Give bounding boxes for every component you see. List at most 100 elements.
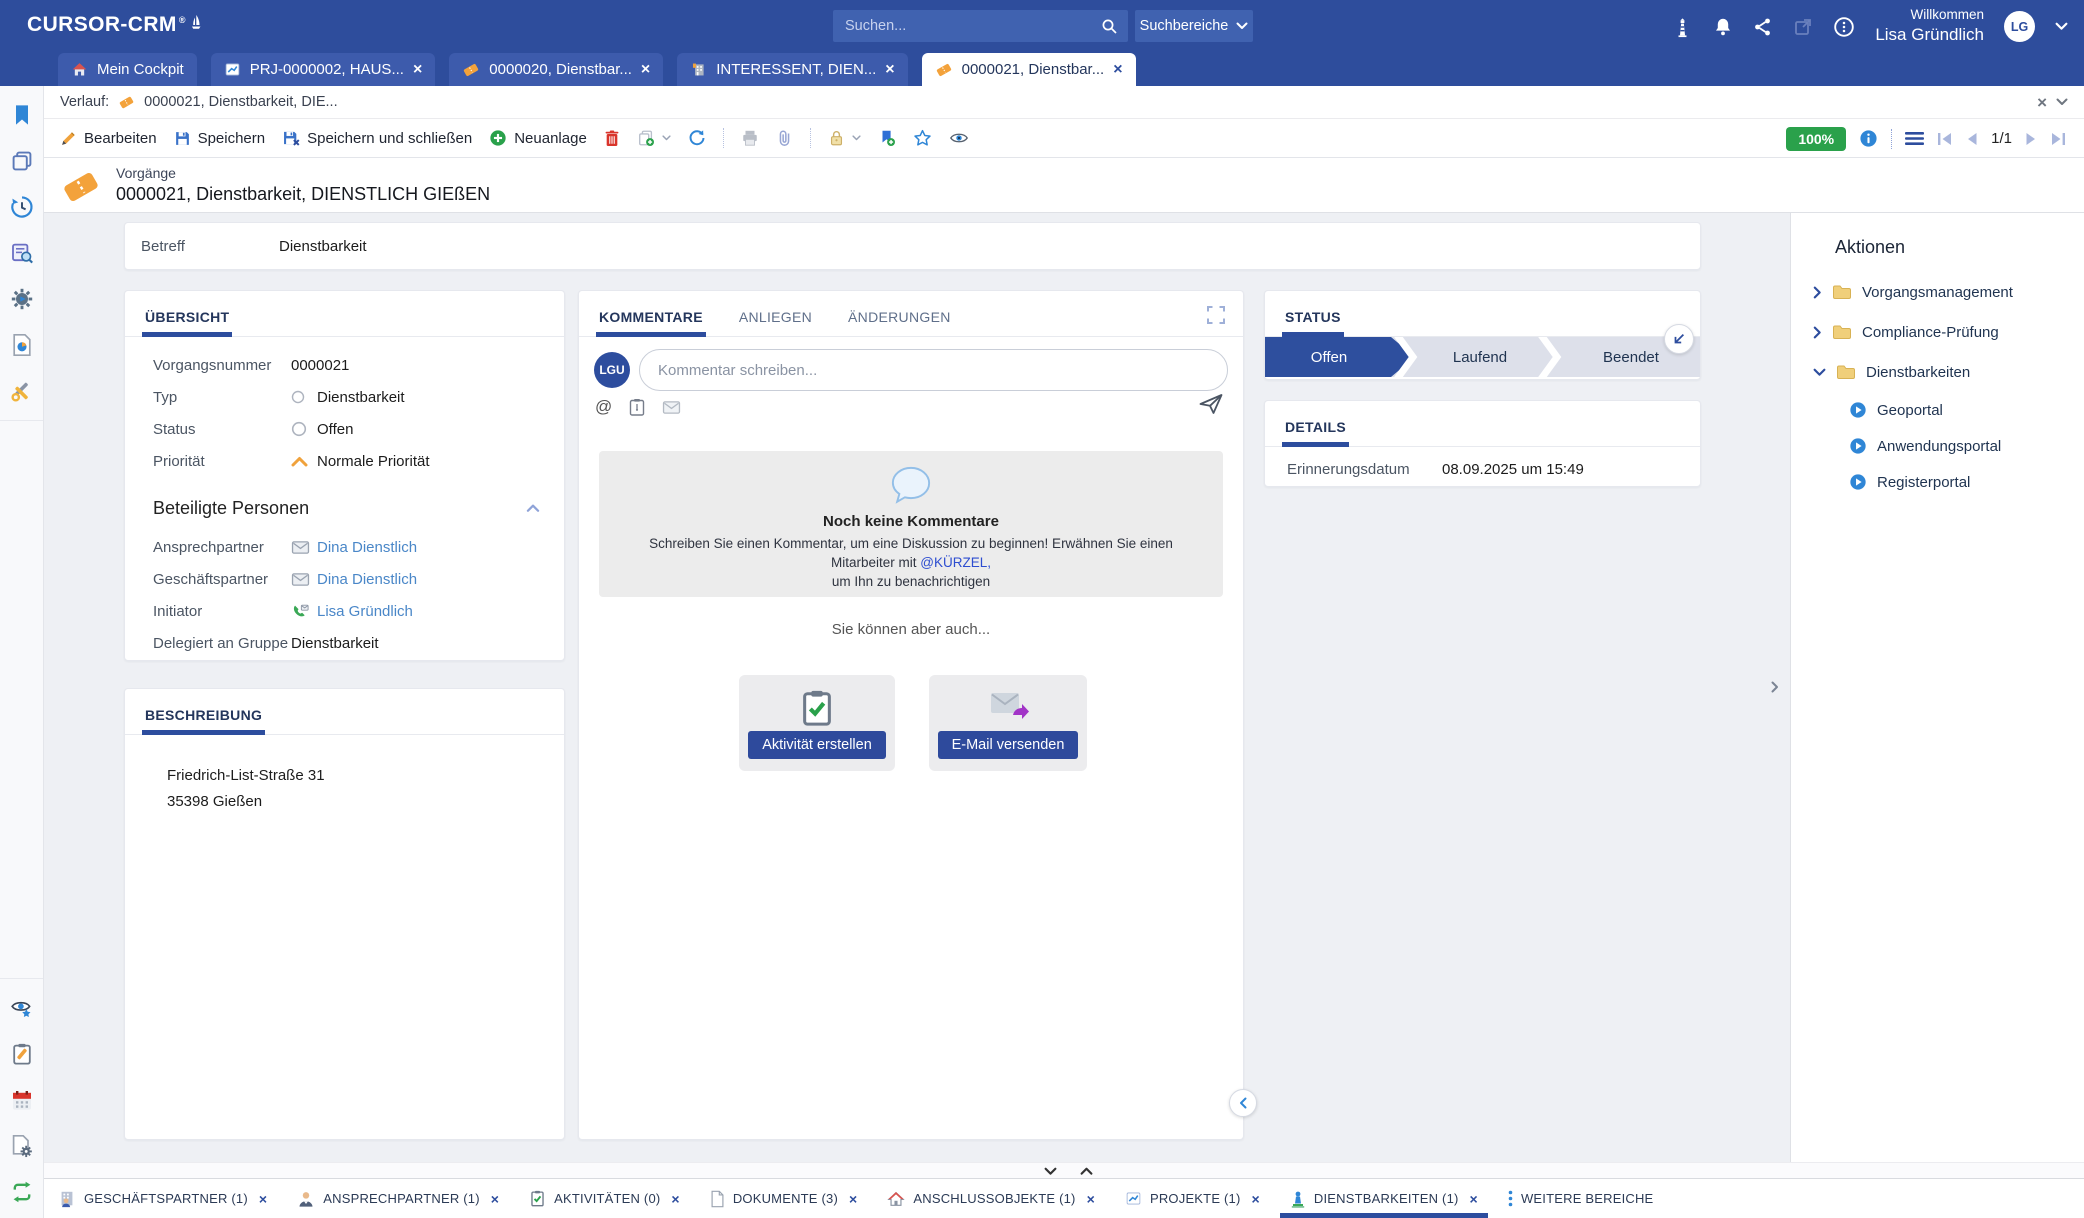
comment-input[interactable]	[639, 349, 1228, 391]
area-tab-aktivitaeten[interactable]: AKTIVITÄTEN (0)	[529, 1179, 680, 1218]
mention-link[interactable]: @KÜRZEL,	[920, 555, 991, 570]
menu-icon[interactable]	[1905, 131, 1924, 146]
history-entry[interactable]: 0000021, Dienstbarkeit, DIE...	[144, 94, 337, 110]
status-step-laufend[interactable]: Laufend	[1415, 337, 1545, 377]
close-icon[interactable]	[849, 1192, 857, 1206]
copy-button[interactable]	[637, 129, 671, 147]
history-chevron-icon[interactable]	[2056, 98, 2068, 106]
search-input[interactable]	[843, 17, 1101, 35]
share-icon[interactable]	[1753, 17, 1773, 37]
tools-icon[interactable]	[10, 379, 34, 403]
search-icon[interactable]	[1101, 18, 1118, 35]
windows-icon[interactable]	[10, 149, 34, 173]
attachment-icon[interactable]	[776, 129, 793, 147]
save-and-close-button[interactable]: Speichern und schließen	[282, 129, 472, 147]
collapse-up-icon[interactable]	[1080, 1167, 1093, 1176]
delete-icon[interactable]	[604, 129, 620, 147]
folder-dienstbarkeiten[interactable]: Dienstbarkeiten	[1791, 352, 2084, 392]
area-tab-ansprechpartner[interactable]: ANSPRECHPARTNER (1)	[297, 1179, 499, 1218]
reports-icon[interactable]	[10, 333, 34, 357]
next-page-icon[interactable]	[2025, 132, 2037, 146]
task-icon[interactable]	[629, 398, 645, 416]
mail-icon[interactable]	[662, 400, 681, 415]
close-icon[interactable]	[491, 1192, 499, 1206]
area-tab-dienstbarkeiten[interactable]: DIENSTBARKEITEN (1)	[1290, 1179, 1478, 1218]
folder-compliance-pruefung[interactable]: Compliance-Prüfung	[1791, 312, 2084, 352]
people-section-header[interactable]: Beteiligte Personen	[125, 485, 564, 531]
action-anwendungsportal[interactable]: Anwendungsportal	[1791, 428, 2084, 464]
collapse-panel-button[interactable]	[1229, 1089, 1257, 1117]
user-avatar[interactable]: LG	[2004, 11, 2035, 42]
notifications-bell-icon[interactable]	[1713, 16, 1733, 38]
collapse-down-icon[interactable]	[1044, 1167, 1057, 1176]
close-history-icon[interactable]	[2037, 94, 2047, 111]
bookmark-add-icon[interactable]	[878, 129, 896, 147]
close-icon[interactable]	[1470, 1192, 1478, 1206]
eye-icon[interactable]	[949, 130, 969, 146]
close-icon[interactable]	[641, 62, 650, 78]
area-tab-weitere-bereiche[interactable]: WEITERE BEREICHE	[1508, 1179, 1654, 1218]
tab-kommentare[interactable]: KOMMENTARE	[599, 309, 703, 336]
refresh-icon[interactable]	[688, 129, 706, 147]
notes-icon[interactable]	[10, 1042, 34, 1066]
description-text[interactable]: Friedrich-List-Straße 31 35398 Gießen	[125, 735, 564, 816]
area-tab-dokumente[interactable]: DOKUMENTE (3)	[710, 1179, 858, 1218]
first-page-icon[interactable]	[1937, 132, 1953, 146]
tab-anliegen[interactable]: ANLIEGEN	[739, 309, 812, 336]
star-icon[interactable]	[913, 129, 932, 147]
send-email-tile[interactable]: E-Mail versenden	[929, 675, 1087, 771]
action-registerportal[interactable]: Registerportal	[1791, 464, 2084, 500]
mail-icon[interactable]	[291, 572, 310, 587]
calendar-icon[interactable]	[10, 1088, 34, 1112]
phone-mail-icon[interactable]	[291, 603, 309, 620]
tab-interessent[interactable]: INTERESSENT, DIEN...	[677, 53, 907, 86]
history-icon[interactable]	[10, 195, 34, 219]
close-icon[interactable]	[413, 62, 422, 78]
lock-button[interactable]	[828, 129, 861, 147]
close-icon[interactable]	[1252, 1192, 1260, 1206]
search-areas-dropdown[interactable]: Suchbereiche	[1135, 10, 1253, 42]
user-menu-chevron-icon[interactable]	[2055, 22, 2068, 31]
mention-at-icon[interactable]: @	[595, 397, 612, 417]
expand-actions-chevron-icon[interactable]	[1771, 681, 1779, 693]
edit-button[interactable]: Bearbeiten	[60, 130, 157, 147]
help-icon[interactable]	[1833, 16, 1855, 38]
close-icon[interactable]	[885, 62, 894, 78]
zoom-badge[interactable]: 100%	[1786, 127, 1846, 151]
area-tab-projekte[interactable]: PROJEKTE (1)	[1125, 1179, 1260, 1218]
area-tab-anschlussobjekte[interactable]: ANSCHLUSSOBJEKTE (1)	[887, 1179, 1095, 1218]
folder-vorgangsmanagement[interactable]: Vorgangsmanagement	[1791, 272, 2084, 312]
last-page-icon[interactable]	[2050, 132, 2066, 146]
close-icon[interactable]	[1087, 1192, 1095, 1206]
bookmarks-icon[interactable]	[10, 103, 34, 127]
info-icon[interactable]	[1859, 129, 1878, 148]
create-activity-tile[interactable]: Aktivität erstellen	[739, 675, 895, 771]
tab-0000021-active[interactable]: 0000021, Dienstbar...	[922, 53, 1136, 86]
create-new-button[interactable]: Neuanlage	[489, 129, 587, 147]
search-list-icon[interactable]	[10, 241, 34, 265]
lighthouse-icon[interactable]	[1672, 16, 1693, 38]
send-email-button[interactable]: E-Mail versenden	[938, 731, 1079, 759]
action-geoportal[interactable]: Geoportal	[1791, 392, 2084, 428]
tab-mein-cockpit[interactable]: Mein Cockpit	[58, 53, 197, 86]
prev-page-icon[interactable]	[1966, 132, 1978, 146]
save-button[interactable]: Speichern	[174, 130, 266, 147]
send-icon[interactable]	[1199, 393, 1223, 415]
close-icon[interactable]	[1113, 62, 1122, 78]
status-collapse-button[interactable]	[1664, 324, 1694, 354]
mail-icon[interactable]	[291, 540, 310, 555]
close-icon[interactable]	[259, 1192, 267, 1206]
sync-icon[interactable]	[10, 1180, 34, 1204]
external-link-icon[interactable]	[1793, 17, 1813, 37]
collapse-chevron-icon[interactable]	[526, 504, 540, 513]
create-activity-button[interactable]: Aktivität erstellen	[748, 731, 886, 759]
print-icon[interactable]	[741, 129, 759, 147]
tab-prj-0000002[interactable]: PRJ-0000002, HAUS...	[211, 53, 436, 86]
tab-0000020[interactable]: 0000020, Dienstbar...	[449, 53, 663, 86]
close-icon[interactable]	[671, 1192, 679, 1206]
process-icon[interactable]	[10, 287, 34, 311]
expand-icon[interactable]	[1207, 306, 1225, 324]
watchlist-icon[interactable]	[10, 996, 34, 1020]
area-tab-geschaeftspartner[interactable]: GESCHÄFTSPARTNER (1)	[58, 1179, 267, 1218]
tab-aenderungen[interactable]: ÄNDERUNGEN	[848, 309, 951, 336]
